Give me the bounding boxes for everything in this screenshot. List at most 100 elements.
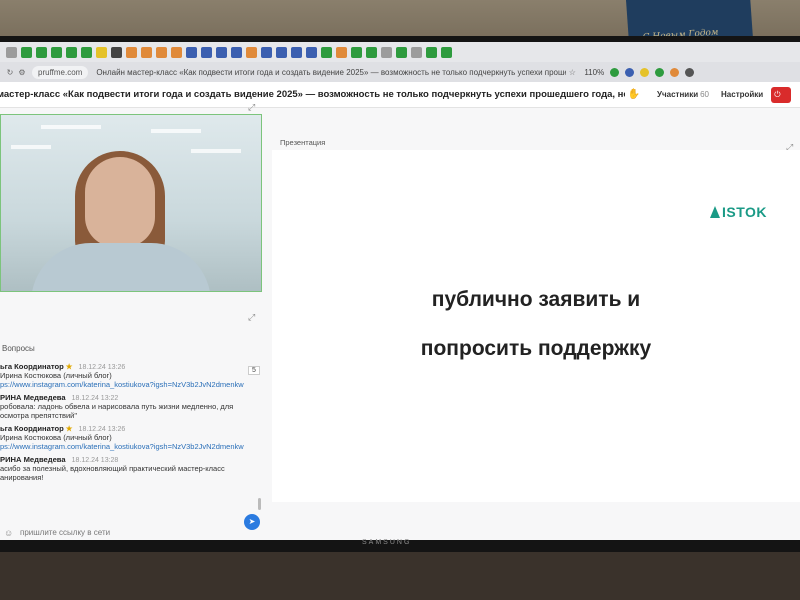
list-item: ьга Координатор ★ 18.12.24 13:26 Ирина Кос… xyxy=(0,362,262,389)
questions-expand-icon[interactable]: ⤢ xyxy=(248,312,255,323)
slide-text-line: попросить поддержку xyxy=(420,337,652,360)
leave-button[interactable]: ⏻ xyxy=(771,86,792,103)
bookmark-icon[interactable] xyxy=(351,46,362,58)
star-icon: ★ xyxy=(65,362,73,371)
bookmark-icon[interactable] xyxy=(366,46,377,58)
bookmark-icon[interactable] xyxy=(261,46,272,58)
author-name: ьга Координатор xyxy=(0,362,64,371)
bookmark-icon[interactable] xyxy=(81,46,92,58)
send-button[interactable]: ➤ xyxy=(244,514,260,530)
bookmark-icon[interactable] xyxy=(201,46,212,58)
bookmark-icon[interactable] xyxy=(441,46,452,58)
reload-icon[interactable]: ↻ xyxy=(4,68,16,77)
list-item: РИНА Медведева 18.12.24 13:22 робовала: л… xyxy=(0,393,262,420)
desk xyxy=(0,552,800,600)
message-line: асибо за полезный, вдохновляющий практич… xyxy=(0,464,225,473)
monitor-brand: SAMSUNG xyxy=(362,539,412,546)
presentation-slide: ISTOK публично заявить и попросить подде… xyxy=(272,150,800,502)
participants-label: Участники xyxy=(657,90,699,99)
bookmark-star-icon[interactable]: ☆ xyxy=(566,68,578,77)
bookmarks-bar xyxy=(0,42,800,62)
questions-title: Вопросы xyxy=(2,344,35,353)
bookmark-icon[interactable] xyxy=(36,46,47,58)
bookmark-icon[interactable] xyxy=(51,46,62,58)
page-title: Онлайн мастер-класс «Как подвести итоги … xyxy=(96,67,567,77)
ceiling-light xyxy=(11,145,51,149)
questions-list: ьга Координатор ★ 18.12.24 13:26 Ирина Кос… xyxy=(0,362,262,530)
bookmark-icon[interactable] xyxy=(231,46,242,58)
bookmark-icon[interactable] xyxy=(186,46,197,58)
extension-icon[interactable] xyxy=(640,67,650,77)
message-time: 18.12.24 13:26 xyxy=(78,426,126,433)
message-time: 18.12.24 13:22 xyxy=(71,395,119,402)
bookmark-icon[interactable] xyxy=(321,46,332,58)
bookmark-icon[interactable] xyxy=(6,46,17,58)
extension-icon[interactable] xyxy=(625,67,635,77)
message-line: анирования! xyxy=(0,473,44,482)
presentation-title: Презентация xyxy=(280,138,326,147)
star-icon: ★ xyxy=(65,424,73,433)
list-item: РИНА Медведева 18.12.24 13:28 асибо за по… xyxy=(0,455,262,482)
message-link[interactable]: ps://www.instagram.com/katerina_kostiuko… xyxy=(0,442,262,451)
list-item: ьга Координатор ★ 18.12.24 13:26 Ирина Кос… xyxy=(0,424,262,451)
speaker-body xyxy=(31,243,211,291)
site-info-icon[interactable]: ⚙ xyxy=(16,68,28,77)
speaker-video xyxy=(0,114,262,292)
author-name: РИНА Медведева xyxy=(0,455,66,464)
address-bar: ↻ ⚙ pruffme.com Онлайн мастер-класс «Как… xyxy=(0,62,800,82)
author-name: РИНА Медведева xyxy=(0,393,66,402)
bookmark-icon[interactable] xyxy=(246,46,257,58)
app-header: мастер-класс «Как подвести итоги года и … xyxy=(0,82,800,108)
ceiling-light xyxy=(41,125,101,129)
bookmark-icon[interactable] xyxy=(141,46,152,58)
video-expand-icon[interactable]: ⤢ xyxy=(248,102,255,113)
extension-icon[interactable] xyxy=(670,67,680,77)
slide-text-line: публично заявить и xyxy=(431,288,641,311)
event-title: мастер-класс «Как подвести итоги года и … xyxy=(0,89,625,100)
settings-button[interactable]: Настройки xyxy=(721,90,763,99)
zoom-level[interactable]: 110% xyxy=(584,68,604,77)
bookmark-icon[interactable] xyxy=(96,46,107,58)
message-author: ьга Координатор ★ 18.12.24 13:26 xyxy=(0,362,262,371)
participants-button[interactable]: Участники 60 xyxy=(657,90,709,99)
question-input[interactable]: пришлите ссылку в сети xyxy=(20,528,110,537)
ceiling-light xyxy=(151,129,201,133)
raise-hand-icon[interactable]: ✋ xyxy=(625,89,643,100)
bookmark-icon[interactable] xyxy=(426,46,437,58)
bookmark-icon[interactable] xyxy=(156,46,167,58)
bookmark-icon[interactable] xyxy=(276,46,287,58)
bookmark-icon[interactable] xyxy=(216,46,227,58)
bookmark-icon[interactable] xyxy=(411,46,422,58)
message-link[interactable]: ps://www.instagram.com/katerina_kostiuko… xyxy=(0,380,262,389)
emoji-icon[interactable]: ☺ xyxy=(4,528,13,538)
url-field[interactable]: pruffme.com xyxy=(32,65,89,79)
message-time: 18.12.24 13:28 xyxy=(71,457,119,464)
extension-icon[interactable] xyxy=(685,67,695,77)
message-author: РИНА Медведева 18.12.24 13:28 xyxy=(0,455,262,464)
bookmark-icon[interactable] xyxy=(381,46,392,58)
message-author: РИНА Медведева 18.12.24 13:22 xyxy=(0,393,262,402)
message-line: Ирина Костюкова (личный блог) xyxy=(0,371,112,380)
questions-scrollbar[interactable] xyxy=(258,498,261,510)
author-name: ьга Координатор xyxy=(0,424,64,433)
speaker-face xyxy=(85,157,155,247)
bookmark-icon[interactable] xyxy=(291,46,302,58)
message-line: осмотра препятствий" xyxy=(0,411,78,420)
bookmark-icon[interactable] xyxy=(21,46,32,58)
bookmark-icon[interactable] xyxy=(396,46,407,58)
extension-icon[interactable] xyxy=(610,67,620,77)
message-author: ьга Координатор ★ 18.12.24 13:26 xyxy=(0,424,262,433)
bookmark-icon[interactable] xyxy=(306,46,317,58)
participants-count: 60 xyxy=(700,90,710,99)
message-time: 18.12.24 13:26 xyxy=(78,364,126,371)
bookmark-icon[interactable] xyxy=(111,46,122,58)
bookmark-icon[interactable] xyxy=(126,46,137,58)
istok-logo: ISTOK xyxy=(710,204,767,220)
logo-text: ISTOK xyxy=(722,204,768,220)
message-line: Ирина Костюкова (личный блог) xyxy=(0,433,112,442)
bookmark-icon[interactable] xyxy=(171,46,182,58)
bookmark-icon[interactable] xyxy=(336,46,347,58)
message-line: робовала: ладонь обвела и нарисовала пут… xyxy=(0,402,234,411)
bookmark-icon[interactable] xyxy=(66,46,77,58)
extension-icon[interactable] xyxy=(655,67,665,77)
